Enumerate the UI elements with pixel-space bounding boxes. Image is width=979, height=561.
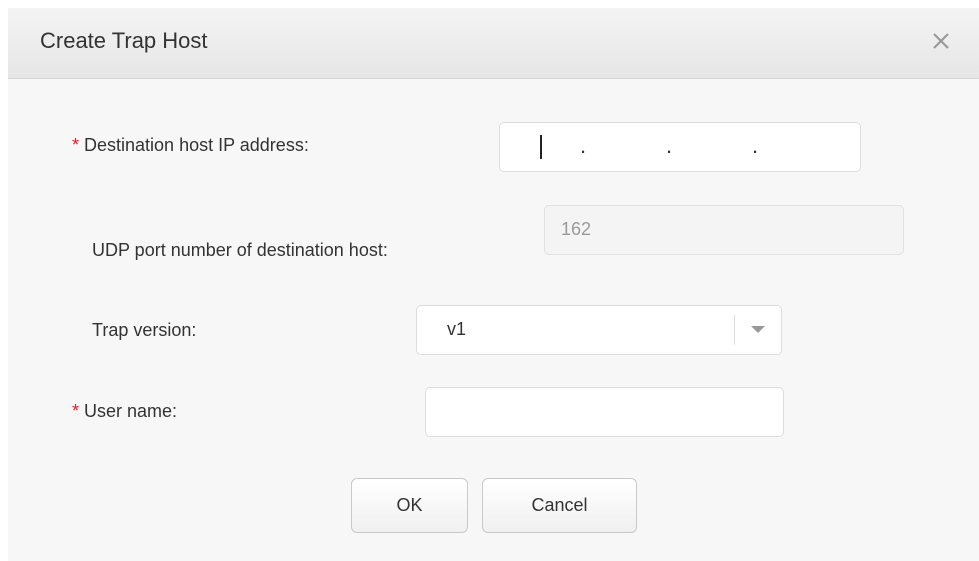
chevron-down-icon[interactable] (751, 326, 765, 333)
udp-port-value: 162 (561, 219, 592, 239)
username-label: * User name: (72, 401, 177, 422)
dialog-title: Create Trap Host (40, 28, 208, 53)
username-label-text: User name: (84, 401, 178, 421)
select-divider (734, 315, 735, 345)
ip-address-label-text: Destination host IP address: (84, 135, 309, 155)
trap-version-value: v1 (447, 319, 467, 339)
ip-separator: . (666, 133, 673, 158)
ok-button[interactable]: OK (351, 478, 468, 533)
create-trap-host-dialog: Create Trap Host * Destination host IP ad… (8, 8, 979, 561)
ip-separator: . (752, 133, 759, 158)
trap-version-select[interactable]: v1 (416, 305, 782, 355)
trap-version-label: Trap version: (92, 320, 197, 340)
username-field[interactable] (425, 387, 784, 437)
close-icon (933, 33, 949, 49)
required-marker: * (72, 401, 80, 421)
close-button[interactable] (927, 26, 957, 56)
text-cursor (540, 135, 542, 159)
dialog-header: Create Trap Host (8, 8, 979, 79)
required-marker: * (72, 135, 80, 155)
ip-separator: . (580, 133, 587, 158)
ip-address-label: * Destination host IP address: (72, 135, 309, 156)
cancel-button[interactable]: Cancel (482, 478, 637, 533)
ip-address-field[interactable]: . . . (499, 122, 861, 172)
udp-port-label: UDP port number of destination host: (92, 240, 388, 260)
udp-port-field[interactable]: 162 (544, 205, 904, 255)
